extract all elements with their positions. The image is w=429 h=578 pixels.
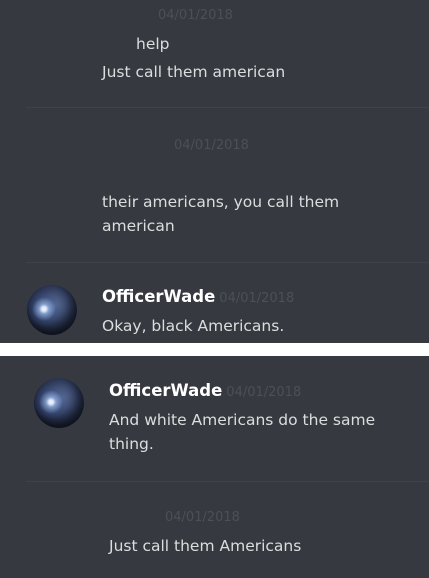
message-text: Just call them american: [102, 63, 286, 81]
message-divider: [26, 262, 429, 263]
message-timestamp: 04/01/2018: [174, 138, 249, 153]
message-divider: [26, 481, 429, 482]
screenshot-gap: [0, 343, 429, 356]
message-timestamp: 04/01/2018: [226, 385, 302, 400]
message-timestamp: 04/01/2018: [219, 291, 295, 306]
message-divider: [26, 107, 429, 108]
avatar[interactable]: [34, 378, 84, 428]
message-text: Okay, black Americans.: [102, 317, 285, 335]
message-author[interactable]: OfficerWade 04/01/2018: [109, 381, 301, 400]
message-text: And white Americans do the same thing.: [109, 411, 376, 453]
chat-panel-bottom: OfficerWade 04/01/2018 And white American…: [0, 356, 429, 578]
avatar[interactable]: [27, 285, 77, 335]
message-text: their americans, you call them american: [102, 193, 340, 235]
author-name[interactable]: OfficerWade: [102, 287, 215, 306]
message-author[interactable]: OfficerWade 04/01/2018: [102, 287, 294, 306]
chat-panel-top: 04/01/2018 help Just call them american …: [0, 0, 429, 343]
author-name[interactable]: OfficerWade: [109, 381, 222, 400]
message-text: help: [136, 35, 170, 53]
message-timestamp: 04/01/2018: [158, 8, 233, 23]
message-text: Just call them Americans: [109, 537, 302, 555]
message-timestamp: 04/01/2018: [165, 510, 240, 525]
